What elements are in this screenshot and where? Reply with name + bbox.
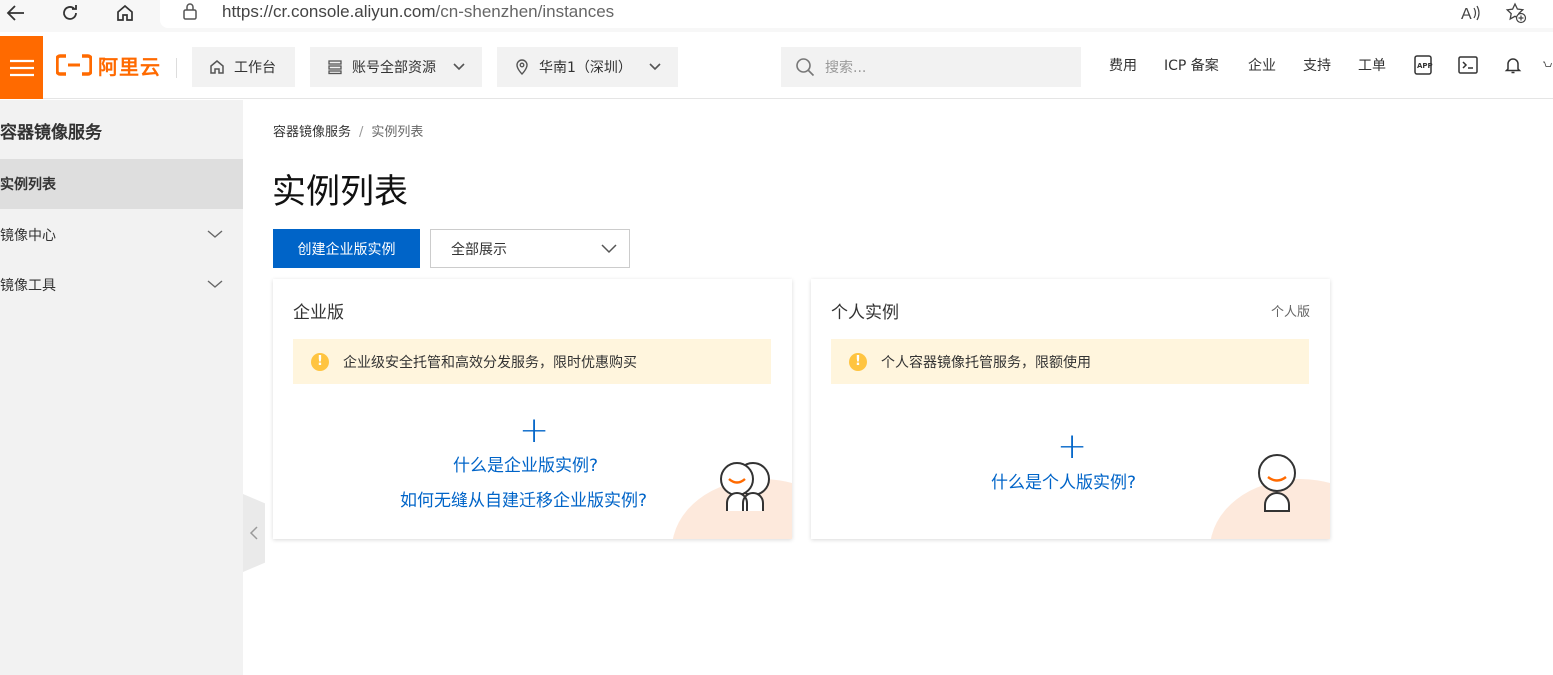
search-input[interactable]: 搜索... — [781, 47, 1081, 87]
personal-card: 个人实例 个人版 ! 个人容器镜像托管服务，限额使用 + 什么是个人版实例? — [811, 279, 1330, 539]
notice-banner: ! 企业级安全托管和高效分发服务，限时优惠购买 — [293, 339, 771, 384]
sidebar-item-instances[interactable]: 实例列表 — [0, 159, 243, 209]
sidebar-collapse-button[interactable] — [243, 494, 265, 572]
url-path: /cn-shenzhen/instances — [435, 2, 615, 21]
svg-text:A: A — [1461, 6, 1472, 22]
warning-icon: ! — [311, 352, 329, 371]
app-icon[interactable]: APP — [1412, 54, 1434, 76]
chevron-down-icon — [452, 59, 466, 77]
lock-icon — [182, 2, 200, 22]
url-text: https://cr.console.aliyun.com/cn-shenzhe… — [222, 1, 614, 23]
bell-icon[interactable] — [1502, 54, 1524, 76]
sidebar: 容器镜像服务 实例列表 镜像中心 镜像工具 — [0, 100, 243, 675]
resource-group-select[interactable]: 账号全部资源 — [310, 47, 482, 87]
logo-text: 阿里云 — [98, 54, 161, 79]
plus-icon[interactable]: + — [1057, 429, 1087, 465]
terminal-icon[interactable] — [1457, 54, 1479, 76]
filter-select-value: 全部展示 — [451, 241, 507, 258]
breadcrumb-root[interactable]: 容器镜像服务 — [273, 125, 351, 140]
aliyun-logo-icon — [56, 54, 92, 76]
nav-cost[interactable]: 费用 — [1109, 56, 1137, 76]
nav-support[interactable]: 支持 — [1303, 56, 1331, 76]
region-select[interactable]: 华南1（深圳） — [497, 47, 678, 87]
nav-ticket[interactable]: 工单 — [1358, 56, 1386, 76]
home-icon[interactable] — [111, 0, 139, 26]
location-pin-icon — [513, 58, 531, 76]
sidebar-item-label: 镜像中心 — [0, 228, 56, 244]
notice-banner: ! 个人容器镜像托管服务，限额使用 — [831, 339, 1309, 384]
chevron-down-icon — [207, 278, 223, 294]
page-title: 实例列表 — [272, 172, 408, 212]
migrate-enterprise-link[interactable]: 如何无缝从自建迁移企业版实例? — [400, 486, 647, 511]
sidebar-item-image-center[interactable]: 镜像中心 — [0, 210, 243, 260]
what-is-personal-link[interactable]: 什么是个人版实例? — [991, 468, 1136, 493]
aliyun-logo[interactable]: 阿里云 — [56, 49, 161, 81]
chevron-down-icon — [601, 243, 617, 259]
filter-select[interactable]: 全部展示 — [430, 229, 630, 268]
card-title: 个人实例 — [831, 303, 899, 323]
home-icon — [208, 58, 226, 76]
notice-text: 企业级安全托管和高效分发服务，限时优惠购买 — [343, 354, 637, 371]
svg-text:APP: APP — [1417, 62, 1433, 70]
hamburger-menu-icon[interactable] — [0, 36, 43, 99]
breadcrumb-current: 实例列表 — [371, 125, 424, 140]
card-tag: 个人版 — [1270, 305, 1310, 320]
nav-enterprise[interactable]: 企业 — [1248, 56, 1276, 76]
layers-icon — [326, 58, 344, 76]
breadcrumb-separator: / — [359, 125, 364, 140]
user-mascot-icon — [1258, 454, 1296, 512]
workbench-label: 工作台 — [234, 60, 276, 76]
cart-icon[interactable] — [1542, 54, 1553, 76]
favorite-add-icon[interactable] — [1502, 0, 1530, 26]
create-enterprise-instance-button[interactable]: 创建企业版实例 — [273, 229, 420, 268]
plus-icon[interactable]: + — [519, 413, 549, 449]
enterprise-card: 企业版 ! 企业级安全托管和高效分发服务，限时优惠购买 + 什么是企业版实例? … — [273, 279, 792, 539]
reload-icon[interactable] — [56, 0, 84, 26]
breadcrumb: 容器镜像服务 / 实例列表 — [273, 121, 423, 140]
sidebar-item-label: 实例列表 — [0, 177, 56, 193]
two-users-mascot-icon — [720, 462, 770, 511]
console-header: 阿里云 工作台 账号全部资源 华南1（深圳） 搜索... 费用 ICP 备案 企… — [0, 32, 1553, 99]
chevron-down-icon — [207, 228, 223, 244]
sidebar-item-image-tools[interactable]: 镜像工具 — [0, 260, 243, 310]
browser-toolbar: https://cr.console.aliyun.com/cn-shenzhe… — [0, 0, 1553, 32]
resource-label: 账号全部资源 — [352, 60, 436, 76]
back-icon[interactable] — [2, 0, 30, 26]
warning-icon: ! — [849, 352, 867, 371]
divider — [176, 58, 177, 78]
what-is-enterprise-link[interactable]: 什么是企业版实例? — [453, 451, 598, 476]
nav-icp[interactable]: ICP 备案 — [1164, 56, 1219, 76]
sidebar-item-label: 镜像工具 — [0, 278, 56, 294]
notice-text: 个人容器镜像托管服务，限额使用 — [881, 354, 1091, 371]
address-bar[interactable]: https://cr.console.aliyun.com/cn-shenzhe… — [160, 0, 1553, 28]
url-host: https://cr.console.aliyun.com — [222, 2, 436, 21]
read-aloud-icon[interactable]: A — [1457, 0, 1485, 26]
chevron-down-icon — [648, 59, 662, 77]
card-title: 企业版 — [293, 303, 344, 323]
workbench-button[interactable]: 工作台 — [192, 47, 295, 87]
search-placeholder: 搜索... — [825, 60, 867, 76]
sidebar-title: 容器镜像服务 — [0, 123, 102, 143]
search-icon — [795, 57, 815, 77]
chevron-left-icon — [249, 526, 258, 540]
region-label: 华南1（深圳） — [539, 60, 632, 76]
